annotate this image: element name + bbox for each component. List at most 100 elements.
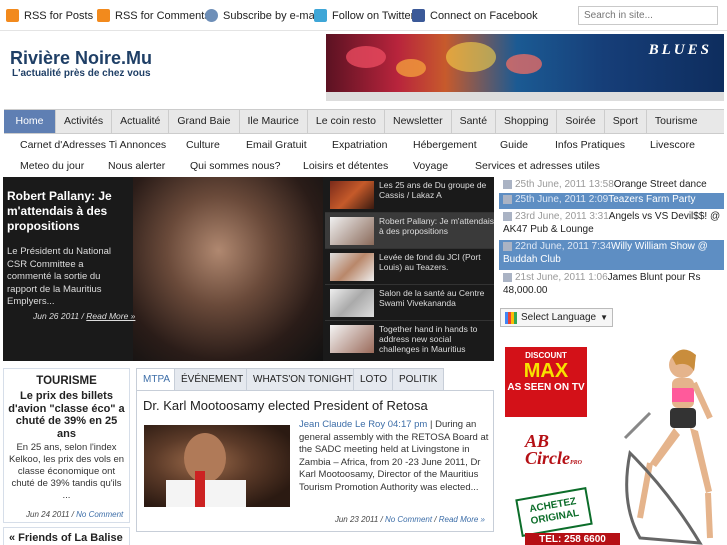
banner-contact-strip [326,92,724,101]
tie-shape [195,471,205,507]
nav-item-qui-sommes-nous[interactable]: Qui sommes nous? [190,160,280,172]
tab-whats-on-tonight[interactable]: WHATS'ON TONIGHT [246,368,360,391]
nav-item-loisirs[interactable]: Loisirs et détentes [303,160,388,172]
article-read-more-link[interactable]: Read More » [439,515,485,524]
nav-item-shopping[interactable]: Shopping [496,110,558,133]
article-title[interactable]: Dr. Karl Mootoosamy elected President of… [143,398,428,413]
thumb-caption: Les 25 ans de Du groupe de Cassis / Laka… [379,180,487,200]
nav-item-soiree[interactable]: Soirée [557,110,605,133]
tab-loto[interactable]: LOTO [353,368,395,391]
nav-item-infos-pratiques[interactable]: Infos Pratiques [555,139,625,151]
sidebar-ad[interactable]: DISCOUNT MAX AS SEEN ON TV AB CirclePRO A… [500,333,724,545]
shirt-shape [166,480,246,507]
search-input[interactable] [578,6,718,25]
tourisme-excerpt: En 25 ans, selon l'index Kelkoo, les pri… [8,442,125,501]
tab-mtpa[interactable]: MTPA [136,368,178,391]
tab-politik[interactable]: POLITIK [392,368,445,391]
nav-item-activites[interactable]: Activités [56,110,113,133]
friends-title[interactable]: « Friends of La Balise [9,532,123,544]
featured-thumb-item[interactable]: Robert Pallany: Je m'attendais à des pro… [325,213,494,249]
featured-image[interactable] [133,177,323,361]
fitness-woman-image [623,349,713,545]
nav-item-carnet[interactable]: Carnet d'Adresses Ti Annonces [20,139,166,151]
article-body: Jean Claude Le Roy 04:17 pm | During an … [299,419,489,493]
article-comment-link[interactable]: No Comment [385,515,432,524]
event-item[interactable]: 25th June, 2011 2:09Teazers Farm Party [499,193,724,209]
featured-thumb-item[interactable]: Levée de fond du JCI (Port Louis) au Tea… [325,249,494,285]
event-item[interactable]: 23rd June, 2011 3:31Angels vs VS Devil$$… [499,210,724,240]
twitter-icon [314,9,327,22]
nav-item-sport[interactable]: Sport [605,110,647,133]
nav-item-newsletter[interactable]: Newsletter [385,110,452,133]
tourisme-article-title[interactable]: Le prix des billets d'avion "classe éco"… [7,390,126,440]
rss-comments-link[interactable]: RSS for Comments [97,9,210,22]
thumb-caption: Together hand in hands to address new so… [379,324,478,354]
achetez-badge: ACHETEZ ORIGINAL [515,487,593,537]
nav-item-ile-maurice[interactable]: Ile Maurice [240,110,308,133]
calendar-icon [503,211,512,221]
banner-brand: BLUES [648,42,712,58]
header-banner-ad[interactable]: BLUES [326,34,724,101]
thumb-caption: Salon de la santé au Centre Swami Viveka… [379,288,485,308]
featured-excerpt: Le Président du National CSR Committee a… [7,246,112,307]
article-time: 04:17 pm [387,419,428,430]
nav-item-guide[interactable]: Guide [500,139,528,151]
fish-decoration [446,42,496,72]
article-image[interactable] [144,425,290,507]
ad-phone: TEL: 258 6600 [525,533,620,545]
nav-item-hebergement[interactable]: Hébergement [413,139,477,151]
event-item[interactable]: 22nd June, 2011 7:34Willy William Show @… [499,240,724,270]
nav-item-nous-alerter[interactable]: Nous alerter [108,160,165,172]
thumb-caption: Robert Pallany: Je m'attendais à des pro… [379,216,494,236]
thumb-image [330,181,374,209]
event-item[interactable]: 25th June, 2011 13:58Orange Street dance… [499,178,724,203]
thumb-image [330,289,374,317]
site-logo[interactable]: Rivière Noire.Mu [10,48,152,69]
nav-item-actualite[interactable]: Actualité [112,110,170,133]
tertiary-nav: Meteo du jour Nous alerter Qui sommes no… [4,156,724,176]
calendar-icon [503,272,512,282]
tourisme-box: TOURISME Le prix des billets d'avion "cl… [3,368,130,523]
featured-thumb-item[interactable]: Les 25 ans de Du groupe de Cassis / Laka… [325,177,494,213]
subscribe-email-link[interactable]: Subscribe by e-mail [205,9,320,22]
facebook-link[interactable]: Connect on Facebook [412,9,538,22]
article-excerpt: During an general assembly with the RETO… [299,419,489,493]
nav-item-grand-baie[interactable]: Grand Baie [169,110,240,133]
fish-decoration [396,59,426,77]
twitter-link[interactable]: Follow on Twitter [314,9,414,22]
nav-item-culture[interactable]: Culture [186,139,220,151]
nav-item-livescore[interactable]: Livescore [650,139,695,151]
calendar-icon [503,241,512,251]
featured-read-more-link[interactable]: Read More » [86,311,135,321]
tourisme-comment-link[interactable]: No Comment [76,510,123,519]
calendar-icon [503,194,512,204]
top-bar: RSS for Posts RSS for Comments Subscribe… [0,0,727,31]
featured-thumb-item[interactable]: Together hand in hands to address new so… [325,321,494,361]
article-meta: Jun 23 2011 / No Comment / Read More » [334,515,485,524]
nav-item-voyage[interactable]: Voyage [413,160,448,172]
tab-article: Dr. Karl Mootoosamy elected President of… [136,390,494,532]
nav-item-coin-resto[interactable]: Le coin resto [308,110,385,133]
nav-item-expatriation[interactable]: Expatriation [332,139,387,151]
thumb-caption: Levée de fond du JCI (Port Louis) au Tea… [379,252,481,272]
rss-posts-link[interactable]: RSS for Posts [6,9,93,22]
nav-item-sante[interactable]: Santé [452,110,497,133]
event-item[interactable]: 21st June, 2011 1:06James Blunt pour Rs … [499,271,724,301]
nav-item-email-gratuit[interactable]: Email Gratuit [246,139,307,151]
nav-item-tourisme[interactable]: Tourisme [647,110,706,133]
nav-item-home[interactable]: Home [4,110,56,133]
fish-decoration [506,54,542,74]
tab-evenement[interactable]: ÉVÉNEMENT [174,368,251,391]
nav-item-meteo[interactable]: Meteo du jour [20,160,84,172]
featured-title[interactable]: Robert Pallany: Je m'attendais à des pro… [7,189,127,234]
language-select[interactable]: Select Language ▼ [500,308,613,327]
main-nav: Home Activités Actualité Grand Baie Ile … [4,109,724,134]
tourisme-meta: Jun 24 2011 / No Comment [26,510,123,519]
fish-decoration [346,46,386,68]
face-shape [184,433,226,483]
thumb-image [330,253,374,281]
featured-meta: Jun 26 2011 / Read More » [33,311,135,321]
nav-item-services[interactable]: Services et adresses utiles [475,160,600,172]
facebook-icon [412,9,425,22]
featured-thumb-item[interactable]: Salon de la santé au Centre Swami Viveka… [325,285,494,321]
